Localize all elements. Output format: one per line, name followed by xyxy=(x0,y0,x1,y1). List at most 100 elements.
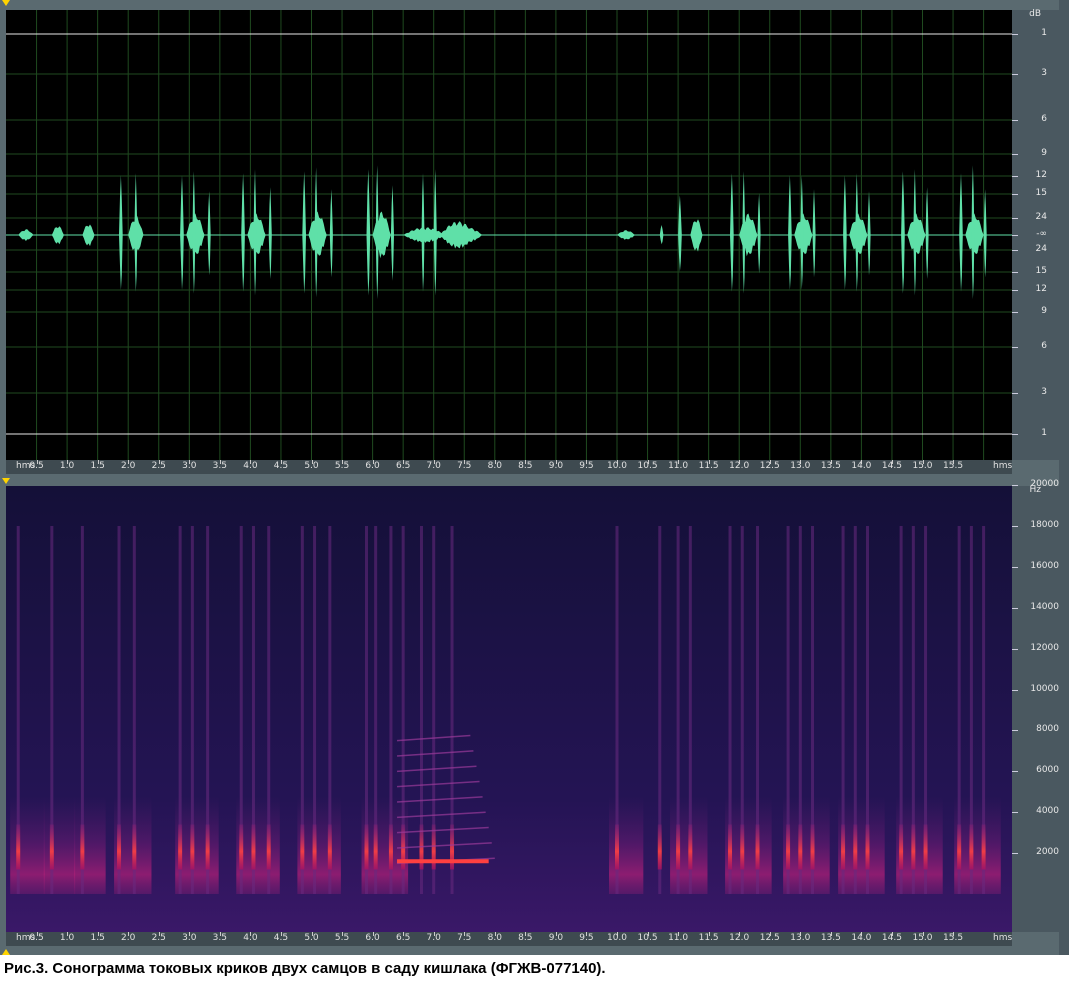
vertical-scrollbar[interactable] xyxy=(1059,0,1069,955)
db-unit-label: dB xyxy=(1029,9,1041,19)
db-tick-label: 3 xyxy=(1041,387,1047,397)
hz-tick-label: 8000 xyxy=(1036,724,1059,735)
waveform-view[interactable] xyxy=(6,10,1012,460)
ruler-tick-label: 9.5 xyxy=(579,461,594,471)
ruler-tick-label: 6.5 xyxy=(395,933,411,943)
hot-spot xyxy=(923,824,928,870)
db-tick xyxy=(1012,218,1018,219)
ruler-tick-label: 5.5 xyxy=(334,933,350,943)
ruler-tick-label: 15.5 xyxy=(943,933,964,943)
db-tick-label: 6 xyxy=(1041,341,1047,351)
hot-spot xyxy=(798,824,803,870)
figure-caption: Рис.3. Сонограмма токовых криков двух са… xyxy=(4,960,606,977)
hot-spot xyxy=(865,824,870,870)
db-tick xyxy=(1012,176,1018,177)
ruler-tick-label: 12.0 xyxy=(729,933,750,943)
playhead-marker-icon[interactable] xyxy=(2,478,10,484)
ruler-tick-label: 7.5 xyxy=(457,461,472,471)
ruler-tick-label: 14.5 xyxy=(881,933,902,943)
hot-spot xyxy=(312,824,317,870)
db-tick xyxy=(1012,434,1018,435)
hz-tick-label: 18000 xyxy=(1030,520,1059,530)
spectral-energy xyxy=(954,795,1001,894)
db-tick-label: 1 xyxy=(1041,428,1047,438)
db-tick xyxy=(1012,347,1018,348)
spectrogram-time-ruler[interactable]: hms hms 0.5 1.0 1.5 2.0 2.5 3.0 3.5 4.0 4.5 5.0 5.… xyxy=(6,932,1012,946)
ruler-tick-label: 12.5 xyxy=(759,461,780,471)
spectral-energy xyxy=(896,795,943,894)
hot-spot xyxy=(117,824,122,870)
ruler-tick-label: 11.5 xyxy=(698,461,719,471)
hot-spot xyxy=(688,824,693,870)
ruler-tick-label: 2.5 xyxy=(151,461,166,471)
hz-tick xyxy=(1012,485,1018,487)
waveform-graph xyxy=(6,10,1012,460)
hot-spot xyxy=(205,824,210,870)
hot-spot xyxy=(132,824,137,870)
hz-tick-label: 12000 xyxy=(1030,642,1059,653)
ruler-tick-label: 0.5 xyxy=(29,461,44,471)
ruler-tick-label: 4.5 xyxy=(273,933,289,943)
hot-spot xyxy=(728,824,733,870)
ruler-tick-label: 0.5 xyxy=(29,933,44,943)
hz-tick xyxy=(1012,730,1018,732)
ruler-tick-label: 8.0 xyxy=(487,933,502,943)
db-tick-label: 24 xyxy=(1035,244,1047,254)
ruler-tick-label: 2.0 xyxy=(121,933,136,943)
hot-spot xyxy=(327,824,332,870)
ruler-tick-label: 11.0 xyxy=(668,933,689,943)
ruler-tick-label: 4.5 xyxy=(273,461,289,471)
ruler-tick-label: 5.0 xyxy=(304,933,319,943)
ruler-tick-label: 6.0 xyxy=(365,933,380,943)
spectral-energy xyxy=(725,795,772,894)
ruler-tick-label: 7.0 xyxy=(426,461,441,471)
hot-spot xyxy=(178,824,183,870)
ruler-tick-label: 1.5 xyxy=(90,933,105,943)
hot-spot xyxy=(49,824,54,870)
db-tick-label: 9 xyxy=(1041,148,1047,158)
db-tick-label: 12 xyxy=(1035,284,1047,294)
ruler-tick-label: 15.5 xyxy=(943,461,964,471)
hot-spot xyxy=(786,824,791,870)
db-tick xyxy=(1012,272,1018,273)
spectral-energy xyxy=(74,795,106,894)
hot-spot xyxy=(657,824,662,870)
ruler-tick-label: 6.0 xyxy=(365,461,380,471)
playhead-marker-icon[interactable] xyxy=(2,949,10,955)
hot-spot xyxy=(615,824,619,870)
ruler-tick-label: 13.0 xyxy=(790,461,811,471)
db-tick xyxy=(1012,393,1018,394)
hz-tick-label: 20000 xyxy=(1030,479,1059,490)
spectrogram-view[interactable] xyxy=(6,486,1012,932)
playhead-marker-icon[interactable] xyxy=(2,0,10,6)
ruler-tick-label: 1.0 xyxy=(59,461,75,471)
ruler-tick-label: 1.5 xyxy=(90,461,105,471)
hot-spot xyxy=(981,824,986,870)
hot-spot xyxy=(810,824,815,870)
ruler-tick-label: 12.0 xyxy=(729,461,750,471)
hz-tick xyxy=(1012,607,1018,609)
db-tick-label: 6 xyxy=(1041,114,1047,124)
hz-tick-label: 14000 xyxy=(1030,601,1059,612)
ruler-tick-label: 4.0 xyxy=(243,461,258,471)
db-tick xyxy=(1012,120,1018,121)
spectral-energy xyxy=(838,795,885,894)
waveform-time-ruler[interactable]: hms hms 0.5 1.0 1.5 2.0 2.5 3.0 3.5 4.0 4.5 5.0 5.… xyxy=(6,460,1012,474)
hz-tick xyxy=(1012,689,1018,691)
hot-spot xyxy=(853,824,858,870)
hot-spot xyxy=(755,824,760,870)
hot-spot xyxy=(266,824,271,870)
ruler-tick-label: 10.5 xyxy=(637,933,658,943)
db-tick-label: 24 xyxy=(1035,212,1047,222)
ruler-tick-label: 8.5 xyxy=(518,933,533,943)
ruler-tick-label: 9.0 xyxy=(548,461,564,471)
hot-spot xyxy=(841,824,846,870)
hot-spot xyxy=(16,824,21,870)
ruler-tick-label: 13.5 xyxy=(820,933,841,943)
spectrogram-graph xyxy=(6,486,1012,932)
ruler-tick-label: 3.0 xyxy=(182,933,197,943)
hz-tick xyxy=(1012,566,1018,568)
db-tick xyxy=(1012,312,1018,313)
hot-spot xyxy=(899,824,904,870)
spectral-energy xyxy=(10,795,45,894)
